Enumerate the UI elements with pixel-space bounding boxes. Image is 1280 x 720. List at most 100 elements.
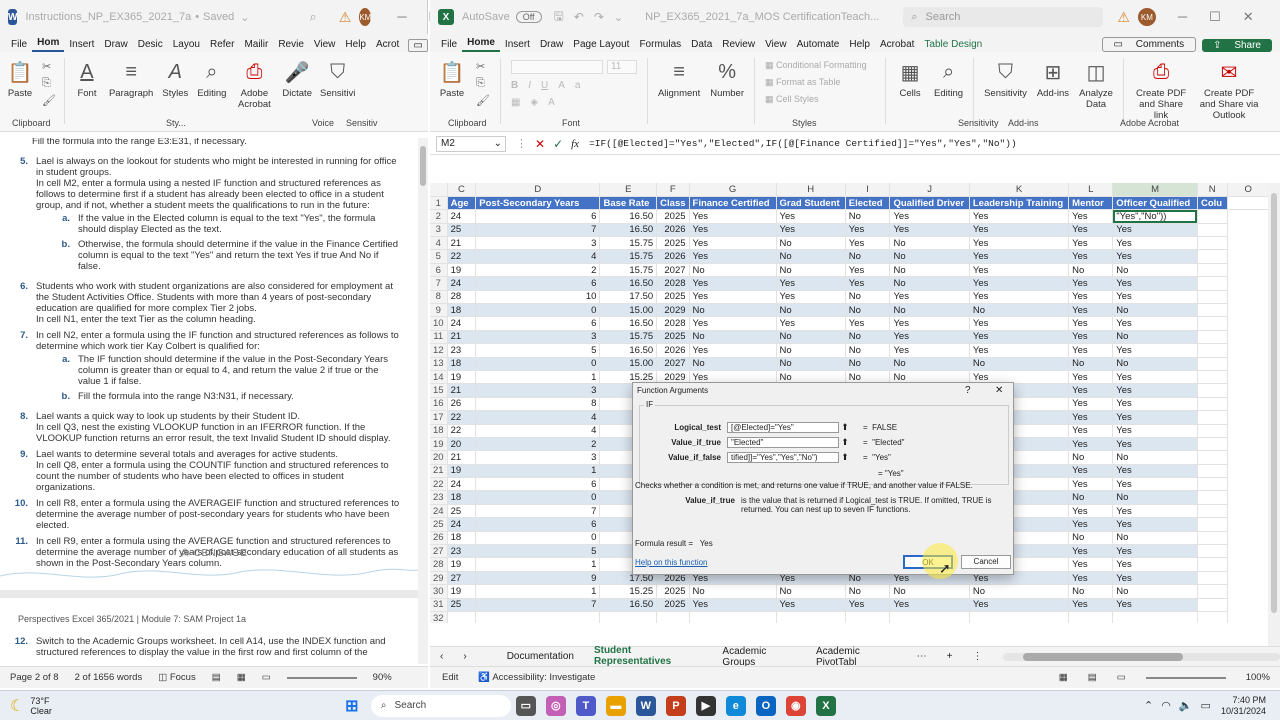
table-cell[interactable]: Yes [889,290,970,305]
row-header[interactable]: 25 [430,517,448,532]
table-cell[interactable]: No [689,303,777,318]
maximize-icon[interactable]: ☐ [1209,9,1221,25]
table-cell[interactable]: Yes [776,223,846,238]
table-cell[interactable]: Yes [1112,343,1198,358]
table-cell[interactable] [1197,584,1228,599]
word-tab-file[interactable]: File [6,37,32,52]
table-cell[interactable]: No [776,236,846,251]
table-cell[interactable]: Yes [1068,544,1114,559]
table-cell[interactable]: Yes [1068,437,1114,452]
table-cell[interactable]: Yes [1068,370,1114,385]
row-header[interactable]: 11 [430,330,448,345]
row-header[interactable]: 24 [430,504,448,519]
copy-icon[interactable]: ⎘ [42,77,56,90]
table-cell[interactable]: 19 [447,557,477,572]
table-cell[interactable]: 15.75 [599,249,658,264]
table-cell[interactable]: Yes [1068,249,1114,264]
value-if-false-input[interactable]: tified]]="Yes","Yes","No") [727,451,839,463]
table-cell[interactable]: No [845,584,891,599]
table-cell[interactable]: Yes [1068,343,1114,358]
table-cell[interactable]: Yes [1068,303,1114,318]
row-header[interactable]: 17 [430,410,448,425]
row-header[interactable]: 30 [430,584,448,599]
column-letter[interactable]: M [1112,183,1198,197]
excel-search-box[interactable]: ⌕ Search [903,7,1104,27]
table-cell[interactable]: No [1068,490,1114,505]
tray-chevron-icon[interactable]: ⌃ [1144,699,1153,712]
table-cell[interactable]: 9 [475,571,601,586]
table-cell[interactable]: No [889,249,970,264]
table-cell[interactable] [689,611,777,623]
table-cell[interactable]: Yes [845,263,891,278]
row-header[interactable]: 8 [430,290,448,305]
column-letter[interactable]: N [1197,183,1228,197]
table-cell[interactable] [599,611,658,623]
table-cell[interactable]: 15.75 [599,236,658,251]
excel-share-button[interactable]: ⇪ Share [1202,39,1272,52]
table-cell[interactable]: No [889,236,970,251]
table-cell[interactable]: No [889,263,970,278]
table-cell[interactable]: 6 [475,316,601,331]
search-icon[interactable]: ⌕ [309,9,316,25]
table-cell[interactable]: No [845,343,891,358]
clock[interactable]: 7:40 PM 10/31/2024 [1221,695,1266,717]
table-cell[interactable]: 2025 [656,598,690,613]
excel-tab-page-layout[interactable]: Page Layout [568,37,634,52]
table-cell[interactable]: 2025 [656,330,690,345]
fill-color-icon[interactable]: ◈ [530,97,538,108]
table-cell[interactable]: Yes [1068,223,1114,238]
format-painter-icon[interactable]: 🖌 [476,94,490,107]
table-cell[interactable]: 2025 [656,290,690,305]
table-cell[interactable]: 27 [447,571,477,586]
word-tab-review[interactable]: Revie [273,37,309,52]
add-sheet-icon[interactable]: + [937,651,963,662]
table-cell[interactable]: Yes [1112,517,1198,532]
table-cell[interactable] [845,611,891,623]
table-cell[interactable]: 25 [447,598,477,613]
table-cell[interactable]: Yes [1112,236,1198,251]
row-header[interactable]: 15 [430,383,448,398]
table-cell[interactable]: 26 [447,397,477,412]
web-layout-icon[interactable]: ▭ [262,672,271,683]
table-cell[interactable]: Yes [969,209,1070,224]
sheet-tab[interactable]: Academic Groups [712,646,806,668]
table-cell[interactable]: 1 [475,557,601,572]
row-header[interactable]: 21 [430,464,448,479]
table-cell[interactable]: 17.50 [599,290,658,305]
table-cell[interactable]: 2028 [656,316,690,331]
table-cell[interactable] [1197,571,1228,586]
font-color-icon[interactable]: A [548,97,555,108]
table-cell[interactable]: 6 [475,209,601,224]
table-cell[interactable] [1197,330,1228,345]
row-header[interactable]: 14 [430,370,448,385]
weather-widget[interactable]: ☾ 73°F Clear [10,696,52,716]
word-dictate-button[interactable]: 🎤 Dictate [282,58,312,100]
table-header-cell[interactable]: Age [447,196,477,211]
name-box[interactable]: M2 ⌄ [436,135,506,152]
format-as-table-button[interactable]: ▦ Format as Table [765,77,875,88]
word-tab-layout[interactable]: Layou [168,37,205,52]
excel-sensitivity-button[interactable]: ⛉ Sensitivity [984,58,1027,100]
table-cell[interactable] [889,611,970,623]
row-header[interactable]: 2 [430,209,448,224]
conditional-formatting-button[interactable]: ▦ Conditional Formatting [765,60,875,71]
table-cell[interactable]: Yes [845,276,891,291]
table-cell[interactable]: Yes [1112,316,1198,331]
table-cell[interactable]: Yes [969,290,1070,305]
word-tab-mailings[interactable]: Mailir [239,37,273,52]
page-break-icon[interactable]: ▭ [1117,672,1126,683]
excel-tab-file[interactable]: File [436,37,462,52]
battery-icon[interactable]: ▭ [1201,699,1211,712]
row-header[interactable]: 4 [430,236,448,251]
table-cell[interactable] [1197,397,1228,412]
table-cell[interactable]: 25 [447,223,477,238]
customize-icon[interactable]: ⌄ [614,11,623,24]
prev-sheet-icon[interactable]: ‹ [430,651,453,662]
excel-paste-button[interactable]: 📋 Paste [438,58,466,100]
table-cell[interactable]: Yes [1068,517,1114,532]
table-cell[interactable]: No [689,263,777,278]
table-cell[interactable]: Yes [889,223,970,238]
save-icon[interactable]: 🖫 [554,7,564,28]
powerpoint-taskbar-icon[interactable]: P [665,695,686,716]
table-cell[interactable]: Yes [1112,410,1198,425]
